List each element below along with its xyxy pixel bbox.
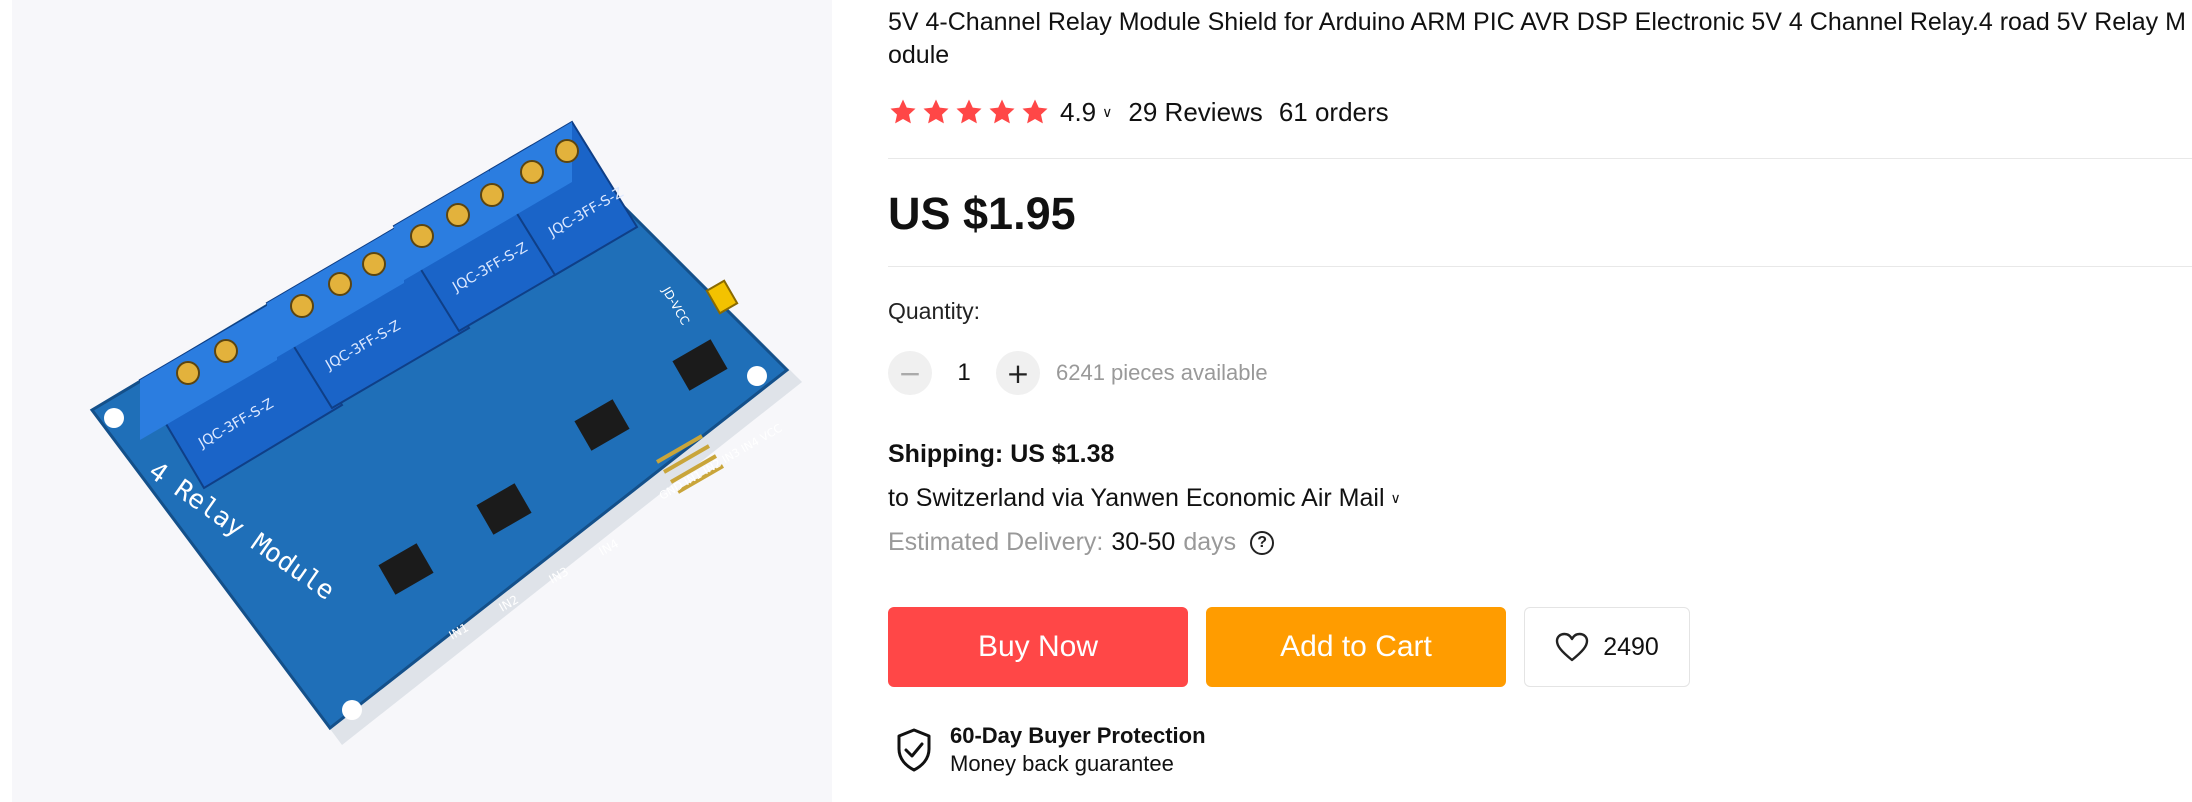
divider — [888, 266, 2192, 267]
product-price: US $1.95 — [888, 188, 1076, 239]
quantity-label: Quantity: — [888, 298, 981, 324]
pieces-available: 6241 pieces available — [1056, 360, 1268, 385]
plus-icon[interactable]: + — [996, 351, 1040, 395]
star-icon — [989, 99, 1015, 124]
protection-title: 60-Day Buyer Protection — [950, 723, 1206, 748]
product-info: 5V 4-Channel Relay Module Shield for Ard… — [888, 0, 2192, 802]
heart-icon — [1555, 632, 1589, 662]
buyer-protection: 60-Day Buyer Protection Money back guara… — [894, 722, 1206, 778]
quantity-stepper: − 1 + 6241 pieces available — [888, 350, 1268, 396]
star-icon — [890, 99, 916, 124]
wishlist-count: 2490 — [1603, 632, 1659, 661]
orders-count: 61 orders — [1278, 96, 1389, 127]
chevron-down-icon[interactable]: ∨ — [1102, 104, 1112, 121]
star-icon — [1022, 99, 1048, 124]
rating-stars — [888, 97, 1050, 127]
help-icon[interactable]: ? — [1250, 530, 1275, 555]
star-icon — [956, 99, 982, 124]
quantity-value[interactable]: 1 — [932, 359, 996, 387]
delivery-days: 30-50 — [1111, 528, 1176, 556]
star-icon — [923, 99, 949, 124]
protection-subtitle: Money back guarantee — [950, 751, 1174, 776]
reviews-link[interactable]: 29 Reviews — [1128, 97, 1262, 128]
product-title: 5V 4-Channel Relay Module Shield for Ard… — [888, 8, 2186, 69]
shipping-cost: Shipping: US $1.38 — [888, 440, 1115, 468]
product-image[interactable]: 4 Relay Module JQC-3FF-S-Z JQC-3FF-S-Z J… — [12, 0, 832, 802]
add-to-cart-button[interactable]: Add to Cart — [1206, 607, 1506, 687]
rating-score[interactable]: 4.9 — [1060, 97, 1096, 128]
minus-icon[interactable]: − — [888, 351, 932, 395]
shield-check-icon — [897, 728, 931, 772]
delivery-label: Estimated Delivery: — [888, 528, 1104, 556]
days-word: days — [1183, 528, 1237, 556]
shipping-method-selector[interactable]: to Switzerland via Yanwen Economic Air M… — [888, 484, 1401, 513]
buy-now-button[interactable]: Buy Now — [888, 607, 1188, 687]
wishlist-button[interactable]: 2490 — [1524, 607, 1690, 687]
divider — [888, 158, 2192, 159]
chevron-down-icon[interactable]: ∨ — [1391, 490, 1401, 507]
estimated-delivery: Estimated Delivery: 30-50 days ? — [888, 528, 1275, 557]
shipping-route-text[interactable]: to Switzerland via Yanwen Economic Air M… — [888, 484, 1385, 513]
rating-row: 4.9 ∨ 29 Reviews 61 orders — [888, 92, 1389, 132]
